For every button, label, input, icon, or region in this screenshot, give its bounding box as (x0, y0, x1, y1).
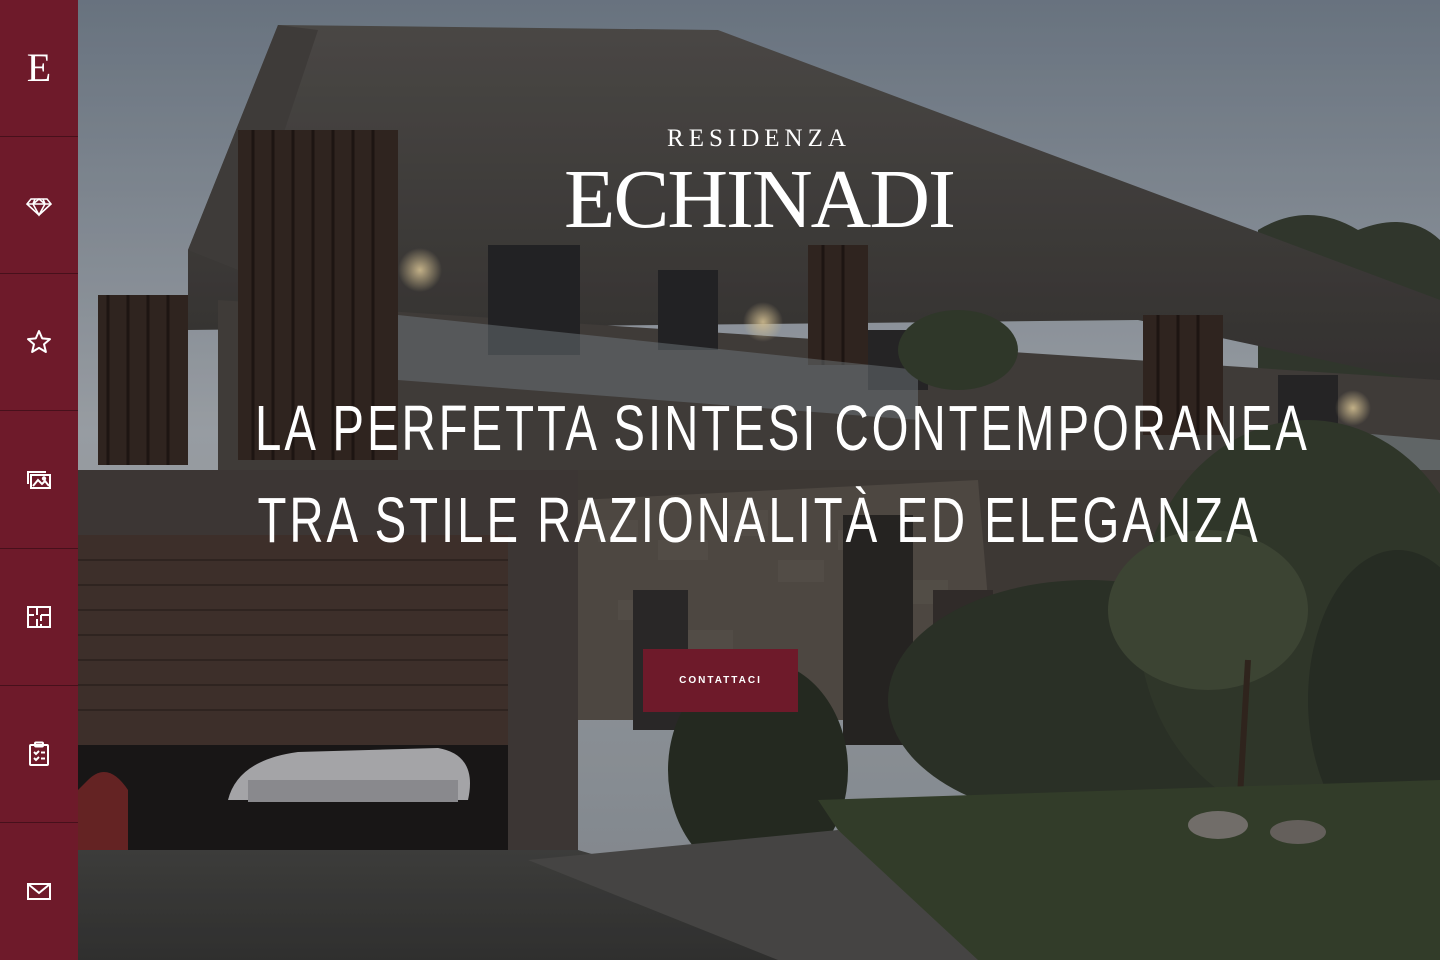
sidebar-item-gallery[interactable] (0, 411, 78, 549)
contact-button[interactable]: CONTATTACI (643, 649, 798, 712)
hero-headline: LA PERFETTA SINTESI CONTEMPORANEA TRA ST… (255, 382, 1310, 566)
hero-section: RESIDENZA ECHINADI LA PERFETTA SINTESI C… (78, 0, 1440, 960)
sidebar-item-floorplan[interactable] (0, 549, 78, 686)
floorplan-icon (27, 605, 51, 628)
brand-residenza: RESIDENZA (667, 125, 851, 152)
sidebar-item-features[interactable] (0, 137, 78, 275)
sidebar-nav: E (0, 0, 78, 960)
brand-echinadi: ECHINADI (564, 153, 956, 246)
sidebar-item-contact[interactable] (0, 823, 78, 960)
sidebar-item-specifications[interactable] (0, 686, 78, 823)
mail-icon (27, 883, 51, 901)
logo-e-mark: E (26, 45, 52, 91)
headline-line-1: LA PERFETTA SINTESI CONTEMPORANEA (255, 392, 1310, 464)
headline-line-2: TRA STILE RAZIONALITÀ ED ELEGANZA (257, 484, 1261, 556)
sidebar-logo[interactable]: E (0, 0, 78, 138)
gallery-icon (27, 471, 51, 490)
star-icon (27, 330, 51, 354)
diamond-icon (25, 198, 53, 217)
clipboard-icon (29, 741, 49, 766)
sidebar-item-highlights[interactable] (0, 274, 78, 412)
